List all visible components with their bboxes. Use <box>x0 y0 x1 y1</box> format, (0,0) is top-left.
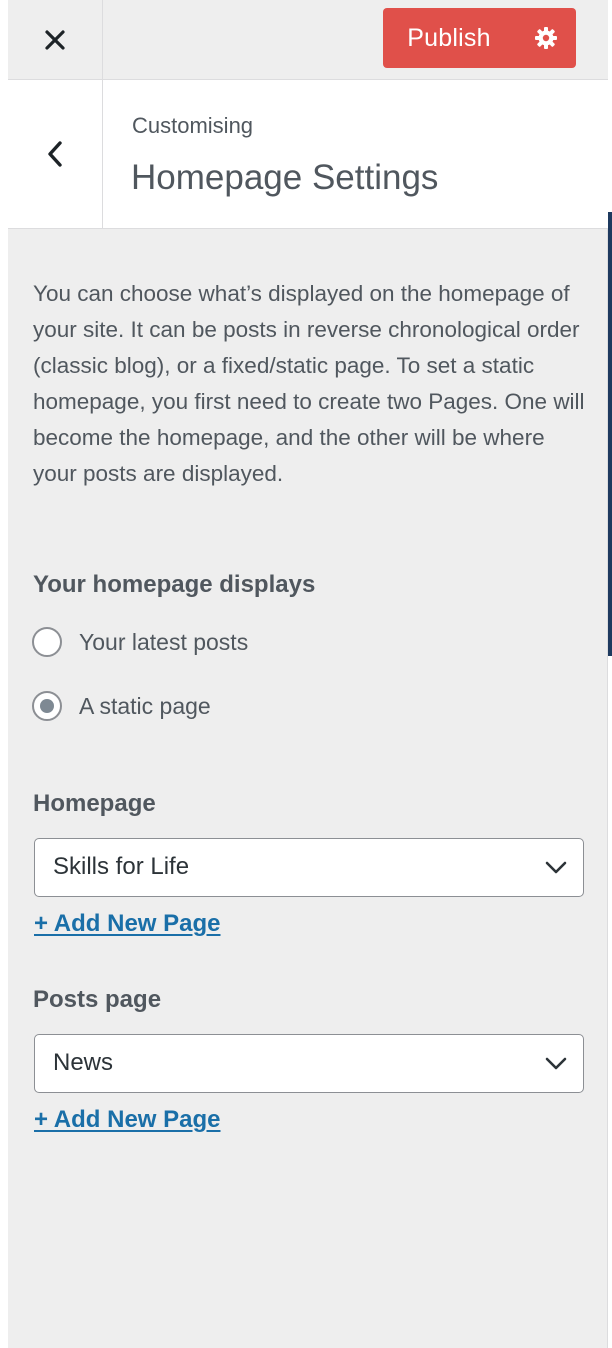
gear-icon <box>534 27 557 49</box>
page-title: Homepage Settings <box>131 158 439 197</box>
customizer-panel: Publish Customising Homepage Settings Yo… <box>8 0 608 1348</box>
section-description: You can choose what’s displayed on the h… <box>33 281 585 486</box>
radio-selected-dot <box>40 699 54 713</box>
close-icon <box>45 30 65 50</box>
left-rail <box>0 0 8 1348</box>
preview-pane <box>608 0 612 1348</box>
chevron-down-icon <box>545 861 567 874</box>
publish-button-group: Publish <box>383 8 576 68</box>
customizer-app: Publish Customising Homepage Settings Yo… <box>0 0 612 1348</box>
close-button[interactable] <box>8 0 103 80</box>
back-button[interactable] <box>8 80 103 228</box>
add-new-page-link-posts[interactable]: + Add New Page <box>34 1106 221 1134</box>
publish-settings-button[interactable] <box>515 8 576 68</box>
chevron-left-icon <box>48 141 62 167</box>
radio-latest-posts[interactable]: Your latest posts <box>32 627 248 657</box>
chevron-down-icon <box>545 1057 567 1070</box>
radio-label: Your latest posts <box>79 628 249 655</box>
homepage-select-value: Skills for Life <box>53 853 190 880</box>
breadcrumb: Customising <box>132 113 254 138</box>
publish-button[interactable]: Publish <box>383 8 515 68</box>
radio-static-page[interactable]: A static page <box>32 691 211 721</box>
customizer-header: Publish <box>8 0 608 80</box>
radio-button[interactable] <box>32 627 62 657</box>
posts-page-select[interactable]: News <box>34 1034 584 1093</box>
preview-edge <box>608 212 612 656</box>
add-new-page-link-homepage[interactable]: + Add New Page <box>34 910 221 938</box>
section-title-area: Customising Homepage Settings <box>8 80 608 229</box>
radio-button-checked[interactable] <box>32 691 62 721</box>
homepage-label: Homepage <box>33 790 156 817</box>
radio-label: A static page <box>79 692 211 719</box>
posts-page-label: Posts page <box>33 986 162 1013</box>
homepage-displays-label: Your homepage displays <box>33 571 316 598</box>
posts-page-select-value: News <box>53 1049 114 1076</box>
homepage-select[interactable]: Skills for Life <box>34 838 584 897</box>
